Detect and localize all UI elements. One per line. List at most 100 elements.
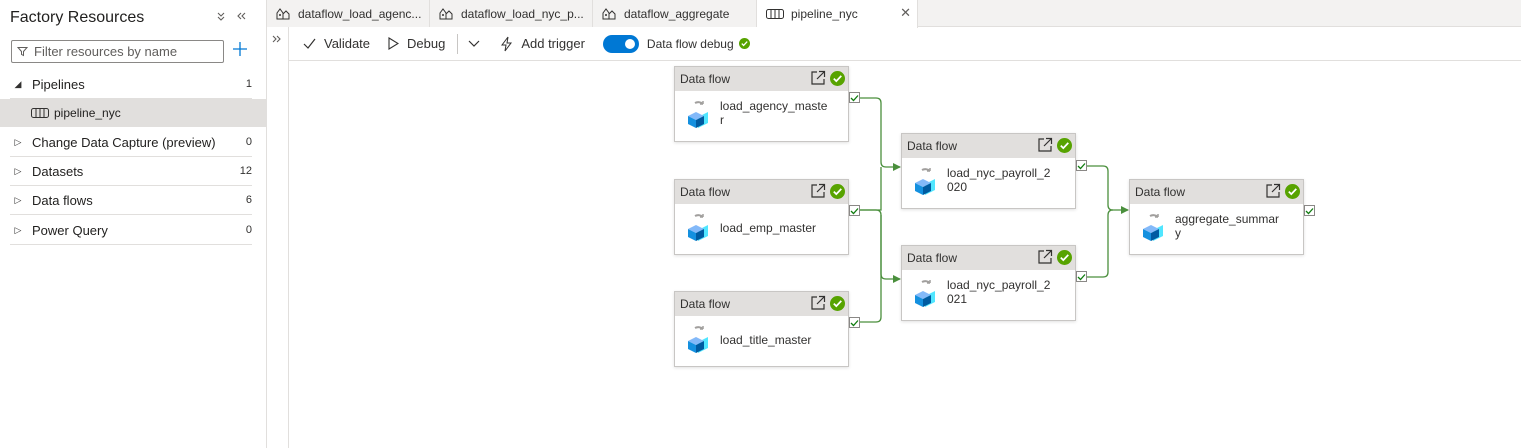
dataflow-cube-icon	[683, 99, 713, 132]
activity-type: Data flow	[1135, 185, 1186, 199]
caret-right-icon[interactable]: ▷	[10, 225, 26, 236]
dataflow-cube-icon	[683, 324, 713, 357]
tab-pipeline-nyc[interactable]: pipeline_nyc ✕	[757, 0, 918, 28]
tab-dataflow-load-agency[interactable]: dataflow_load_agenc...	[267, 0, 430, 27]
success-output-handle[interactable]	[849, 205, 860, 216]
tree-item-label: pipeline_nyc	[54, 106, 121, 120]
dataflow-debug-toggle[interactable]	[602, 34, 639, 53]
link	[860, 167, 882, 211]
success-icon	[1285, 184, 1300, 199]
tree-item-data-flows[interactable]: ▷ Data flows 6	[10, 186, 252, 215]
tab-label: pipeline_nyc	[791, 7, 858, 21]
debug-label: Debug	[407, 36, 446, 51]
success-output-handle[interactable]	[1076, 160, 1087, 171]
open-external-icon[interactable]	[810, 295, 826, 311]
activity-type: Data flow	[680, 297, 731, 311]
caret-right-icon[interactable]: ▷	[10, 195, 26, 206]
add-trigger-button[interactable]: Add trigger	[486, 27, 593, 61]
tab-label: dataflow_aggregate	[624, 6, 730, 21]
caret-right-icon[interactable]: ▷	[10, 137, 26, 148]
link	[1087, 165, 1129, 214]
success-icon	[1057, 250, 1072, 265]
activity-header: Data flow	[675, 180, 848, 204]
caret-down-icon[interactable]: ◢	[10, 79, 26, 90]
lightning-icon	[500, 36, 513, 52]
toolbar-divider	[457, 33, 459, 54]
filter-icon	[17, 47, 28, 57]
tree-item-label: Data flows	[32, 192, 93, 208]
checkmark-icon	[303, 38, 316, 49]
pipeline-icon	[766, 8, 784, 20]
collapse-all-icon[interactable]	[212, 8, 230, 26]
validate-button[interactable]: Validate	[289, 27, 378, 61]
tab-dataflow-load-nyc-payroll[interactable]: dataflow_load_nyc_p...	[430, 0, 593, 27]
activity-aggregate-summary[interactable]: Data flow aggregate_summar y	[1129, 179, 1304, 255]
activity-name: aggregate_summar y	[1175, 212, 1280, 240]
debug-options-button[interactable]	[462, 27, 486, 61]
open-external-icon[interactable]	[810, 183, 826, 199]
tree-item-pipelines[interactable]: ◢ Pipelines 1	[10, 70, 252, 99]
activity-load-emp-master[interactable]: Data flow load_emp_master	[674, 179, 849, 255]
activity-header: Data flow	[675, 292, 848, 316]
activity-body: load_nyc_payroll_2 021	[902, 270, 1075, 320]
factory-resources-panel: Factory Resources ◢ Pipelines 1 pipeline…	[0, 0, 267, 448]
filter-resources-input[interactable]	[34, 44, 214, 59]
pipeline-canvas[interactable]: Data flow load_agency_maste r Data flow	[289, 62, 1521, 448]
activity-name: load_nyc_payroll_2 021	[947, 278, 1051, 306]
activity-load-nyc-payroll-2020[interactable]: Data flow load_nyc_payroll_2 020	[901, 133, 1076, 209]
activity-body: aggregate_summar y	[1130, 204, 1303, 254]
tree-item-count: 6	[245, 194, 252, 206]
activity-load-title-master[interactable]: Data flow load_title_master	[674, 291, 849, 367]
tree-item-label: Change Data Capture (preview)	[32, 134, 216, 150]
tree-item-label: Pipelines	[32, 76, 85, 92]
expand-panel-icon[interactable]	[271, 33, 283, 48]
tree-item-count: 0	[245, 224, 252, 236]
plus-icon	[233, 42, 247, 56]
debug-button[interactable]: Debug	[378, 27, 453, 61]
open-external-icon[interactable]	[810, 70, 826, 86]
tree-item-change-data-capture[interactable]: ▷ Change Data Capture (preview) 0	[10, 128, 252, 157]
tab-dataflow-aggregate[interactable]: dataflow_aggregate	[593, 0, 757, 27]
success-output-handle[interactable]	[1304, 205, 1315, 216]
dataflow-debug-label: Data flow debug	[646, 36, 734, 51]
dataflow-cube-icon	[683, 212, 713, 245]
hide-panel-icon[interactable]	[232, 8, 250, 26]
dataflow-cube-icon	[1138, 212, 1168, 245]
open-external-icon[interactable]	[1265, 183, 1281, 199]
link	[860, 209, 901, 283]
activity-name: load_title_master	[720, 333, 812, 347]
tree-item-count: 0	[245, 136, 252, 148]
activity-header: Data flow	[1130, 180, 1303, 204]
tree-item-datasets[interactable]: ▷ Datasets 12	[10, 157, 252, 186]
panel-title: Factory Resources	[10, 9, 145, 26]
close-icon[interactable]: ✕	[900, 6, 911, 20]
activity-body: load_nyc_payroll_2 020	[902, 158, 1075, 208]
activity-load-agency-master[interactable]: Data flow load_agency_maste r	[674, 66, 849, 142]
toggle-knob	[624, 38, 635, 49]
activity-header: Data flow	[902, 134, 1075, 158]
success-icon	[830, 184, 845, 199]
tab-label: dataflow_load_agenc...	[298, 6, 422, 21]
tab-label: dataflow_load_nyc_p...	[461, 6, 584, 21]
tree-item-label: Power Query	[32, 222, 108, 238]
activity-name: load_nyc_payroll_2 020	[947, 166, 1051, 194]
open-external-icon[interactable]	[1037, 249, 1053, 265]
caret-right-icon[interactable]: ▷	[10, 166, 26, 177]
add-resource-button[interactable]	[230, 40, 250, 62]
play-icon	[388, 37, 400, 50]
dataflow-cube-icon	[910, 166, 940, 199]
validate-label: Validate	[324, 36, 371, 51]
tree-item-power-query[interactable]: ▷ Power Query 0	[10, 216, 252, 245]
success-output-handle[interactable]	[1076, 271, 1087, 282]
activity-type: Data flow	[907, 251, 958, 265]
activity-load-nyc-payroll-2021[interactable]: Data flow load_nyc_payroll_2 021	[901, 245, 1076, 321]
activity-header: Data flow	[902, 246, 1075, 270]
success-icon	[1057, 138, 1072, 153]
success-icon	[738, 38, 750, 49]
success-output-handle[interactable]	[849, 317, 860, 328]
activity-type: Data flow	[680, 72, 731, 86]
link	[1087, 209, 1114, 278]
open-external-icon[interactable]	[1037, 137, 1053, 153]
success-output-handle[interactable]	[849, 92, 860, 103]
tree-item-pipeline-nyc[interactable]: pipeline_nyc	[0, 99, 266, 127]
